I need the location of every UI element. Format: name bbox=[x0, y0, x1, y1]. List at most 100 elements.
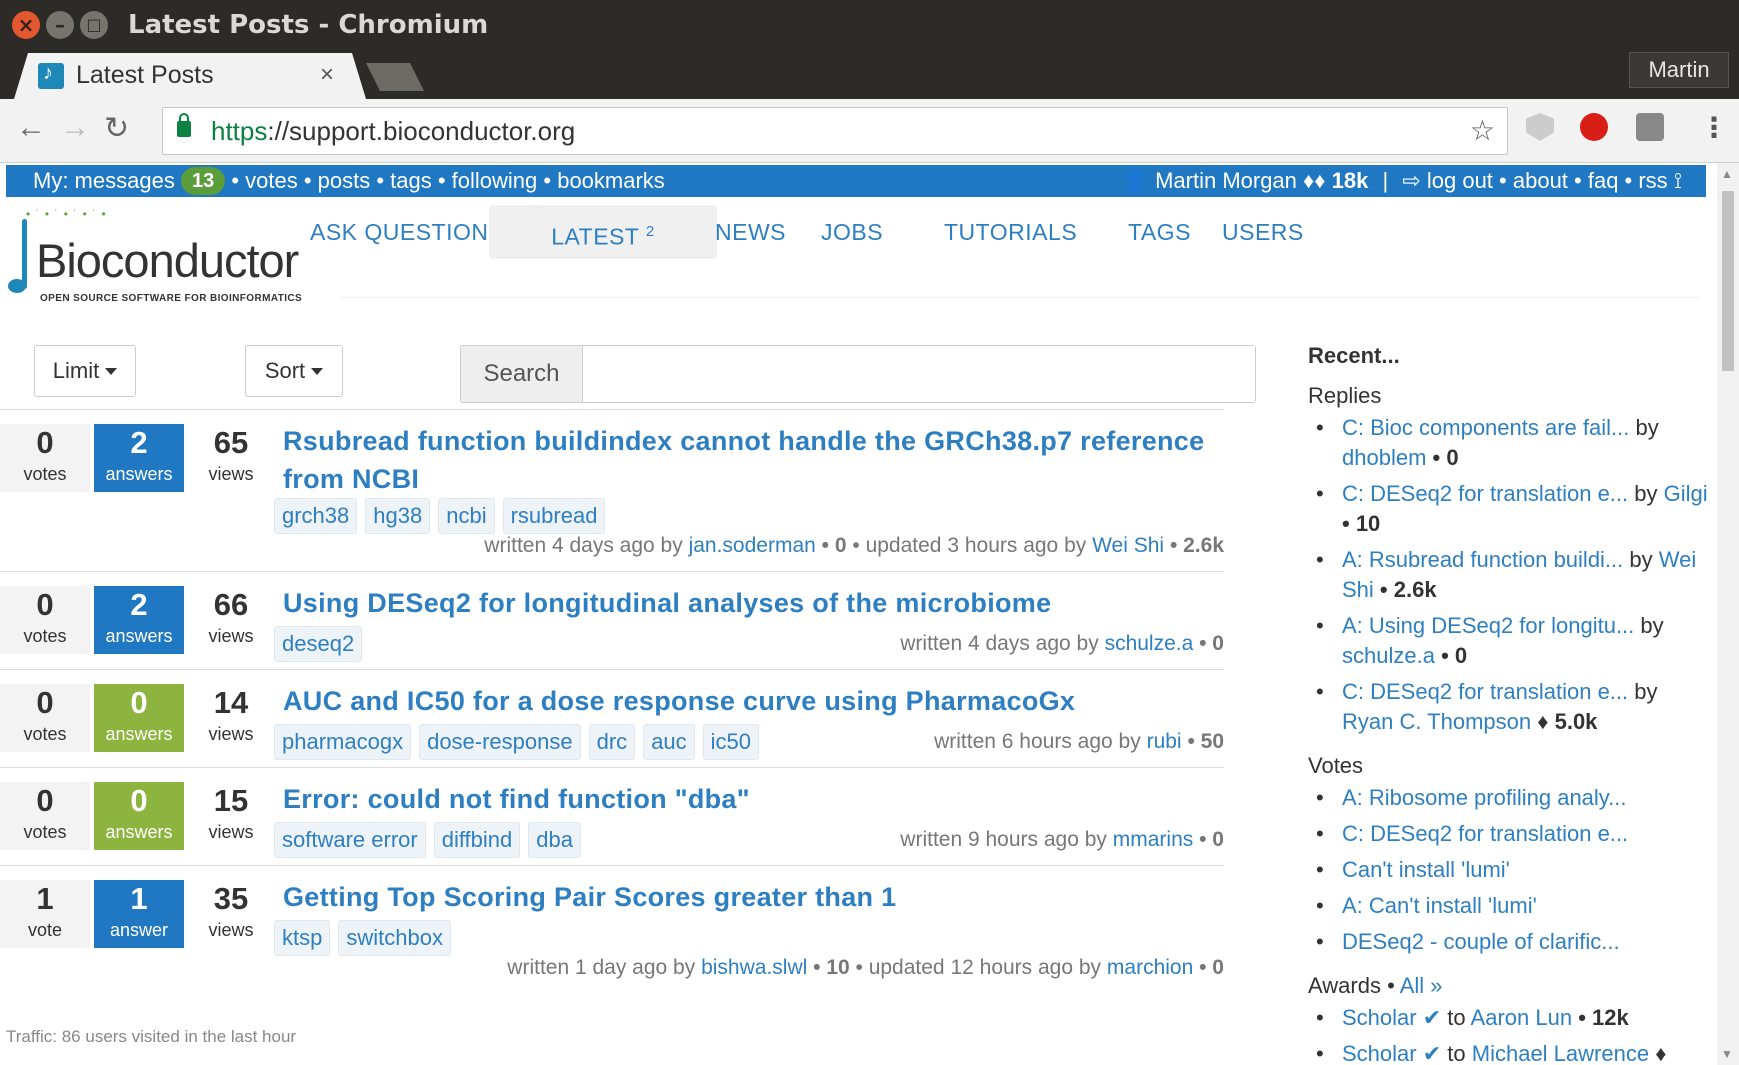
tag-link[interactable]: diffbind bbox=[433, 822, 521, 858]
nav-users[interactable]: USERS bbox=[1222, 219, 1304, 246]
my-links[interactable]: • votes • posts • tags • following • boo… bbox=[231, 168, 664, 193]
post-title-link[interactable]: Getting Top Scoring Pair Scores greater … bbox=[283, 878, 1223, 916]
award-user-link[interactable]: Aaron Lun bbox=[1471, 1005, 1573, 1030]
award-link[interactable]: Scholar bbox=[1342, 1041, 1417, 1065]
vote-link[interactable]: C: DESeq2 for translation e... bbox=[1342, 821, 1628, 846]
tab-close-icon[interactable]: × bbox=[320, 61, 334, 89]
back-arrow-icon[interactable]: ← bbox=[16, 111, 46, 145]
close-window-button[interactable]: × bbox=[12, 11, 40, 39]
nav-latest[interactable]: LATEST 2 bbox=[489, 205, 717, 259]
author-link[interactable]: mmarins bbox=[1113, 828, 1194, 851]
tag-link[interactable]: software error bbox=[274, 822, 426, 858]
updater-score: • 2.6k bbox=[1169, 534, 1224, 557]
answers-box: 0 answers bbox=[94, 684, 184, 752]
tag-link[interactable]: auc bbox=[643, 724, 695, 760]
extension-shield-icon[interactable] bbox=[1526, 113, 1554, 141]
tag-link[interactable]: ncbi bbox=[438, 498, 495, 534]
extension-adblock-icon[interactable] bbox=[1580, 113, 1608, 141]
bookmark-star-icon[interactable]: ☆ bbox=[1470, 114, 1495, 147]
nav-ask-question[interactable]: ASK QUESTION bbox=[310, 219, 489, 246]
tag-link[interactable]: pharmacogx bbox=[274, 724, 412, 760]
vote-link[interactable]: A: Can't install 'lumi' bbox=[1342, 893, 1537, 918]
tag-link[interactable]: deseq2 bbox=[274, 626, 363, 662]
by-label: by bbox=[1634, 481, 1658, 506]
nav-tags[interactable]: TAGS bbox=[1128, 219, 1191, 246]
post-title-link[interactable]: AUC and IC50 for a dose response curve u… bbox=[283, 682, 1223, 720]
vote-link[interactable]: DESeq2 - couple of clarific... bbox=[1342, 929, 1620, 954]
answers-label: answers bbox=[105, 822, 173, 842]
reply-user-link[interactable]: Gilgi bbox=[1664, 481, 1708, 506]
post-title-link[interactable]: Error: could not find function "dba" bbox=[283, 780, 1223, 818]
tag-link[interactable]: drc bbox=[588, 724, 636, 760]
logout-icon: ⇨ bbox=[1402, 168, 1421, 193]
vote-link[interactable]: A: Ribosome profiling analy... bbox=[1342, 785, 1627, 810]
reply-link[interactable]: A: Using DESeq2 for longitu... bbox=[1342, 613, 1634, 638]
browser-menu-icon[interactable]: ⋮ bbox=[1700, 111, 1728, 144]
reply-link[interactable]: A: Rsubread function buildi... bbox=[1342, 547, 1623, 572]
answers-box: 1 answer bbox=[94, 880, 184, 948]
tag-link[interactable]: rsubread bbox=[502, 498, 606, 534]
tag-link[interactable]: dose-response bbox=[419, 724, 581, 760]
tag-link[interactable]: hg38 bbox=[365, 498, 431, 534]
reply-link[interactable]: C: DESeq2 for translation e... bbox=[1342, 481, 1628, 506]
about-faq-rss-links[interactable]: • about • faq • rss bbox=[1499, 168, 1668, 193]
tag-link[interactable]: dba bbox=[528, 822, 581, 858]
author-link[interactable]: jan.soderman bbox=[689, 534, 816, 557]
vote-link[interactable]: Can't install 'lumi' bbox=[1342, 857, 1510, 882]
answers-count: 1 bbox=[130, 881, 148, 916]
forward-arrow-icon[interactable]: → bbox=[60, 111, 90, 145]
nav-news[interactable]: NEWS bbox=[715, 219, 786, 246]
post-title-link[interactable]: Rsubread function buildindex cannot hand… bbox=[283, 422, 1223, 498]
scroll-down-arrow-icon[interactable]: ▼ bbox=[1721, 1047, 1733, 1061]
post-title-link[interactable]: Using DESeq2 for longitudinal analyses o… bbox=[283, 584, 1223, 622]
search-input[interactable] bbox=[583, 346, 1255, 402]
reply-link[interactable]: C: Bioc components are fail... bbox=[1342, 415, 1629, 440]
rss-icon[interactable]: ⟟ bbox=[1674, 168, 1682, 193]
author-link[interactable]: rubi bbox=[1147, 730, 1182, 753]
author-link[interactable]: bishwa.slwl bbox=[701, 956, 807, 979]
new-tab-button[interactable] bbox=[366, 63, 424, 91]
award-user-link[interactable]: Michael Lawrence bbox=[1472, 1041, 1649, 1065]
award-link[interactable]: Scholar bbox=[1342, 1005, 1417, 1030]
sort-dropdown[interactable]: Sort bbox=[245, 345, 343, 397]
nav-tutorials[interactable]: TUTORIALS bbox=[944, 219, 1077, 246]
awards-all-link[interactable]: All » bbox=[1400, 973, 1443, 998]
votes-list: A: Ribosome profiling analy... C: DESeq2… bbox=[1308, 783, 1708, 957]
user-name-link[interactable]: Martin Morgan bbox=[1155, 168, 1297, 193]
limit-dropdown[interactable]: Limit bbox=[34, 345, 136, 397]
tag-link[interactable]: ktsp bbox=[274, 920, 331, 956]
url-text[interactable]: https://support.bioconductor.org bbox=[211, 116, 575, 147]
messages-count-badge: 13 bbox=[180, 167, 226, 195]
reload-icon[interactable]: ↻ bbox=[104, 111, 129, 146]
reply-user-link[interactable]: schulze.a bbox=[1342, 643, 1435, 668]
logout-link[interactable]: log out bbox=[1427, 168, 1493, 193]
reply-user-link[interactable]: Ryan C. Thompson bbox=[1342, 709, 1531, 734]
maximize-window-button[interactable]: □ bbox=[80, 11, 108, 39]
profile-button[interactable]: Martin bbox=[1629, 52, 1729, 88]
nav-jobs[interactable]: JOBS bbox=[821, 219, 883, 246]
to-label: to bbox=[1447, 1005, 1466, 1030]
search-button[interactable]: Search bbox=[461, 346, 583, 402]
page-scrollbar[interactable]: ▲ ▼ bbox=[1717, 163, 1739, 1065]
tag-link[interactable]: grch38 bbox=[274, 498, 358, 534]
tab-latest-posts[interactable]: Latest Posts × bbox=[14, 53, 366, 99]
messages-link[interactable]: My: messages bbox=[33, 168, 175, 193]
tag-link[interactable]: ic50 bbox=[702, 724, 760, 760]
scroll-up-arrow-icon[interactable]: ▲ bbox=[1721, 167, 1733, 181]
list-item: Can't install 'lumi' bbox=[1308, 855, 1708, 885]
views-label: views bbox=[208, 822, 254, 842]
minimize-window-button[interactable]: – bbox=[46, 11, 74, 39]
author-link[interactable]: schulze.a bbox=[1105, 632, 1194, 655]
reply-user-link[interactable]: dhoblem bbox=[1342, 445, 1426, 470]
updater-link[interactable]: Wei Shi bbox=[1092, 534, 1164, 557]
address-bar[interactable]: https://support.bioconductor.org ☆ bbox=[162, 107, 1508, 155]
nav-divider bbox=[340, 297, 1700, 298]
post-tags: software error diffbind dba bbox=[274, 822, 581, 858]
reply-link[interactable]: C: DESeq2 for translation e... bbox=[1342, 679, 1628, 704]
extension-gray-icon[interactable] bbox=[1636, 113, 1664, 141]
scrollbar-thumb[interactable] bbox=[1722, 191, 1734, 371]
to-label: to bbox=[1447, 1041, 1466, 1065]
updater-link[interactable]: marchion bbox=[1107, 956, 1193, 979]
tag-link[interactable]: switchbox bbox=[338, 920, 451, 956]
votes-count: 0 bbox=[36, 425, 54, 460]
